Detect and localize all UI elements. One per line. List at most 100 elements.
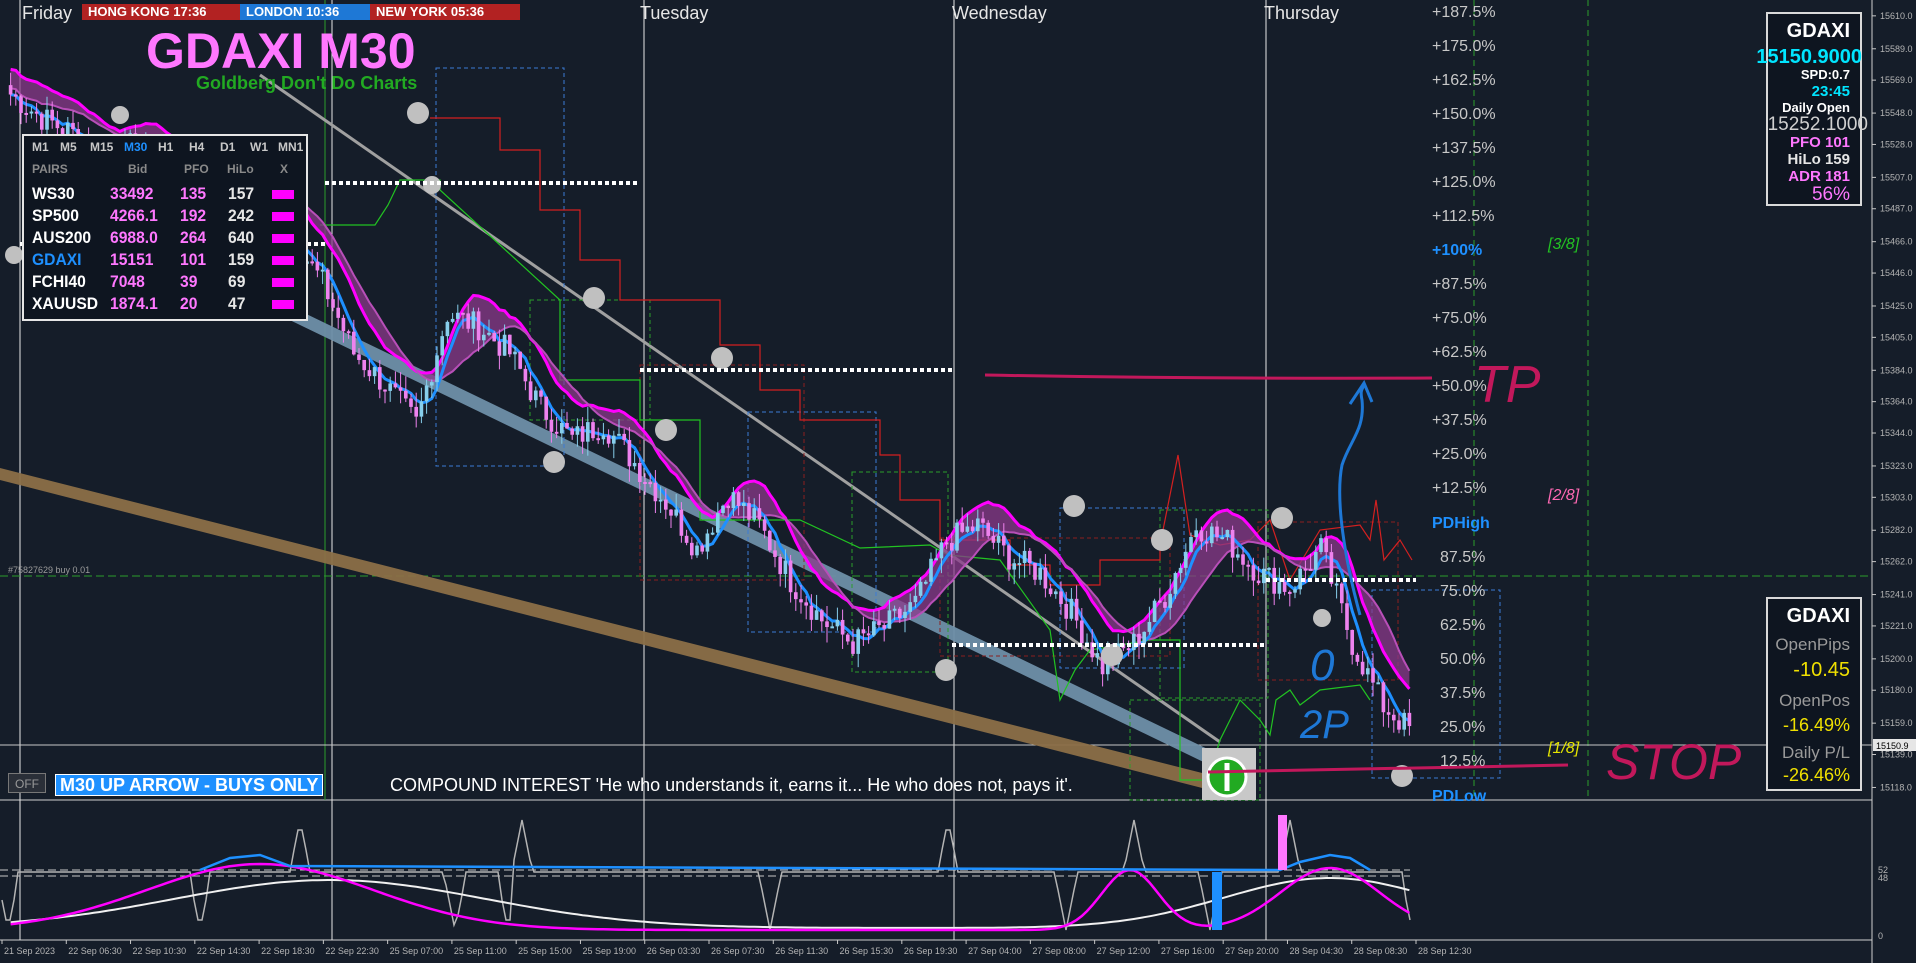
candle-bear (497, 341, 502, 356)
candle-bear (1033, 562, 1037, 580)
candle-bear (461, 312, 465, 315)
fib-level-label: +62.5% (1432, 344, 1487, 361)
candle-bear (679, 509, 684, 536)
pair-pfo: 135 (180, 184, 207, 203)
candle-bull (1168, 593, 1173, 608)
candle-bear (1048, 588, 1053, 595)
candle-bull (1095, 653, 1100, 658)
tf-m15[interactable]: M15 (90, 140, 113, 154)
candle-bear (1381, 682, 1386, 713)
tf-m5[interactable]: M5 (60, 140, 77, 154)
fib-level-label: 25.0% (1440, 719, 1485, 736)
candle-bull (752, 508, 757, 520)
candle-bear (55, 120, 60, 129)
tf-w1[interactable]: W1 (250, 140, 268, 154)
off-button[interactable]: OFF (8, 773, 46, 793)
stop-line (1207, 763, 1569, 774)
pl-open-pips: -10.45 (1793, 659, 1850, 681)
pair-close-swatch[interactable] (272, 300, 294, 309)
candle-bear (897, 608, 902, 619)
pair-close-swatch[interactable] (272, 212, 294, 221)
mt4-chart-window[interactable]: { "chart_title": "GDAXI M30", "chart_sub… (0, 0, 1916, 963)
candle-bull (1012, 563, 1017, 570)
candle-bull (487, 332, 491, 335)
candle-bear (1215, 526, 1219, 538)
candle-bear (1303, 568, 1308, 571)
candle-bear (466, 313, 471, 329)
candle-bear (346, 331, 351, 334)
candle-bull (471, 311, 476, 329)
candle-bear (19, 96, 23, 113)
info-price: 15150.9000 (1756, 46, 1862, 68)
pl-symbol: GDAXI (1786, 605, 1850, 627)
candle-bull (320, 269, 325, 272)
fib-level-label: +12.5% (1432, 480, 1487, 497)
info-hilo: HiLo 159 (1787, 151, 1850, 168)
tf-mn1[interactable]: MN1 (278, 140, 303, 154)
price-tick-label: 15466.0 (1880, 237, 1913, 247)
tf-m1[interactable]: M1 (32, 140, 49, 154)
time-tick-label: 21 Sep 2023 (4, 946, 55, 956)
candle-bear (1287, 591, 1292, 594)
candle-bear (414, 406, 419, 417)
price-tick-label: 15384.0 (1880, 365, 1913, 375)
pair-close-swatch[interactable] (272, 256, 294, 265)
candle-bull (1209, 526, 1214, 544)
pair-bid: 33492 (110, 184, 154, 203)
candle-bull (695, 545, 699, 556)
pair-name: SP500 (32, 206, 79, 225)
candle-bear (819, 610, 824, 622)
candle-bear (549, 419, 554, 432)
murrey-2-8: [2/8] (1547, 487, 1580, 504)
candle-bear (377, 367, 382, 390)
fib-level-label: PDLow (1432, 788, 1487, 805)
candle-bull (450, 318, 455, 322)
hdr-hilo: HiLo (227, 162, 254, 176)
candle-bear (1282, 582, 1287, 592)
candle-bull (601, 435, 606, 440)
time-tick-label: 26 Sep 03:30 (647, 946, 701, 956)
pair-name: WS30 (32, 184, 75, 203)
tf-d1[interactable]: D1 (220, 140, 235, 154)
time-tick-label: 28 Sep 04:30 (1289, 946, 1343, 956)
time-tick-label: 26 Sep 07:30 (711, 946, 765, 956)
pair-name: XAUUSD (32, 294, 99, 313)
candle-bear (341, 317, 346, 332)
price-tick-label: 15507.0 (1880, 172, 1913, 182)
candle-bull (1131, 633, 1136, 651)
pair-close-swatch[interactable] (272, 278, 294, 287)
candle-bear (1230, 529, 1235, 558)
candle-bear (1007, 545, 1011, 570)
candle-bull (424, 385, 429, 402)
fib-level-label: +187.5% (1432, 4, 1496, 21)
two-p-annotation: 2P (1299, 703, 1349, 747)
candle-bull (1220, 537, 1225, 540)
price-tick-label: 15548.0 (1880, 108, 1913, 118)
candle-bull (611, 435, 616, 444)
candle-bear (970, 526, 975, 532)
candle-bear (315, 261, 320, 271)
pair-pfo: 192 (180, 206, 207, 225)
pl-daily-label: Daily P/L (1781, 743, 1850, 762)
candle-bear (788, 560, 793, 593)
time-tick-label: 27 Sep 04:00 (968, 946, 1022, 956)
candle-bear (1350, 629, 1355, 655)
price-tick-label: 15487.0 (1880, 204, 1913, 214)
pair-close-swatch[interactable] (272, 234, 294, 243)
time-tick-label: 22 Sep 06:30 (68, 946, 122, 956)
candle-bull (1402, 712, 1407, 730)
candle-bear (793, 592, 798, 600)
tf-m30[interactable]: M30 (124, 140, 147, 154)
candle-bear (325, 269, 330, 300)
tf-h1[interactable]: H1 (158, 140, 173, 154)
candle-bear (1027, 550, 1032, 563)
pair-pfo: 39 (180, 272, 198, 291)
candle-bear (861, 629, 866, 634)
fib-level-label: +25.0% (1432, 446, 1487, 463)
pair-close-swatch[interactable] (272, 190, 294, 199)
banner-quote: COMPOUND INTEREST 'He who understands it… (390, 775, 1073, 795)
info-box-top: GDAXI 15150.9000 SPD:0.7 23:45 Daily Ope… (1756, 12, 1868, 206)
candle-bear (606, 435, 611, 444)
tf-h4[interactable]: H4 (189, 140, 204, 154)
candle-bull (965, 526, 970, 532)
